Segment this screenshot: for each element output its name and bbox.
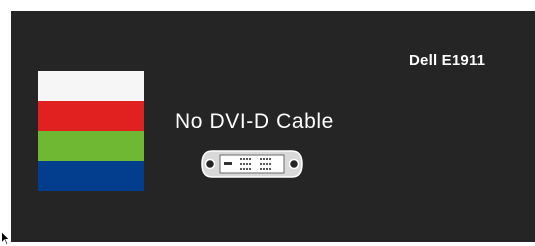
osd-dialog: Dell E1911 No DVI-D Cable xyxy=(11,11,535,242)
dvi-connector-icon xyxy=(201,150,303,178)
no-cable-message: No DVI-D Cable xyxy=(175,110,334,133)
monitor-model-label: Dell E1911 xyxy=(409,52,486,69)
color-bar-green xyxy=(38,131,144,161)
color-bar-blue xyxy=(38,161,144,191)
color-bar-red xyxy=(38,101,144,131)
color-bars xyxy=(38,71,144,191)
mouse-cursor-icon xyxy=(1,231,10,246)
color-bar-white xyxy=(38,71,144,101)
